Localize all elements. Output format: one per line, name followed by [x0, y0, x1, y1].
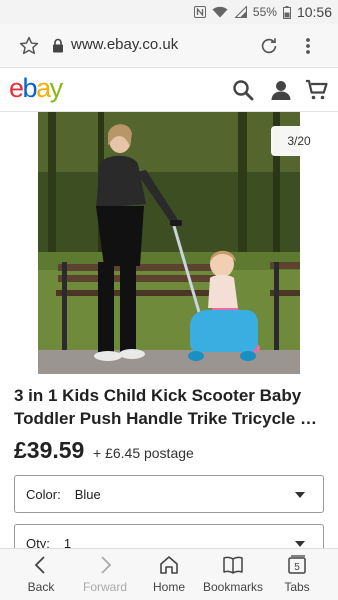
search-icon[interactable]: [231, 78, 255, 102]
product-price: £39.59: [14, 437, 85, 463]
browser-toolbar: www.ebay.co.uk: [0, 24, 338, 68]
status-time: 10:56: [296, 4, 332, 20]
battery-icon: [282, 5, 291, 19]
color-label: Color:: [26, 486, 61, 502]
signal-icon: [234, 6, 247, 18]
forward-label: Forward: [82, 580, 127, 594]
reload-icon[interactable]: [258, 35, 280, 57]
forward-arrow-icon: [101, 556, 112, 574]
user-icon[interactable]: [269, 78, 293, 102]
product-title-line: 3 in 1 Kids Child Kick Scooter Baby: [14, 386, 302, 405]
overflow-menu-icon[interactable]: [300, 35, 316, 57]
battery-percent: 55%: [252, 5, 277, 19]
cart-icon[interactable]: [305, 78, 329, 102]
lock-icon: [53, 38, 63, 53]
logo-letter: y: [49, 73, 64, 103]
chevron-down-icon: [295, 541, 305, 547]
product-title-line: Toddler Push Handle Trike Tricycle Sea…: [14, 409, 328, 428]
status-bar: 55% 10:56: [0, 0, 338, 24]
ebay-logo[interactable]: ebay: [9, 73, 64, 104]
back-arrow-icon: [34, 556, 45, 574]
ebay-header: ebay: [0, 68, 338, 112]
forward-button[interactable]: Forward: [71, 549, 139, 600]
back-label: Back: [27, 580, 55, 594]
product-image-carousel[interactable]: 3/20: [0, 112, 338, 374]
product-title: 3 in 1 Kids Child Kick Scooter Baby Todd…: [14, 384, 328, 430]
tabs-icon: 5: [288, 555, 306, 574]
color-select[interactable]: Color: Blue: [14, 475, 324, 513]
url-field[interactable]: www.ebay.co.uk: [71, 36, 178, 53]
tabs-label: Tabs: [284, 580, 310, 594]
home-button[interactable]: Home: [135, 549, 203, 600]
wifi-icon: [212, 6, 228, 18]
home-label: Home: [152, 580, 185, 594]
bookmarks-label: Bookmarks: [202, 580, 264, 594]
product-photo[interactable]: [38, 112, 300, 374]
image-counter: 3/20: [271, 126, 327, 156]
color-value: Blue: [74, 486, 101, 502]
home-icon: [160, 556, 178, 574]
logo-letter: b: [22, 73, 38, 103]
browser-bottom-nav: Back Forward Home Bookmarks 5 Tabs: [0, 548, 338, 600]
postage-cost: + £6.45 postage: [93, 445, 194, 461]
nfc-icon: [193, 6, 206, 18]
logo-letter: e: [9, 73, 24, 103]
bookmarks-button[interactable]: Bookmarks: [199, 549, 267, 600]
tab-count: 5: [294, 562, 300, 573]
chevron-down-icon: [295, 492, 305, 498]
bookmarks-icon: [223, 556, 243, 574]
logo-letter: a: [36, 73, 51, 103]
star-icon[interactable]: [18, 35, 40, 57]
tabs-button[interactable]: 5 Tabs: [263, 549, 331, 600]
back-button[interactable]: Back: [7, 549, 75, 600]
